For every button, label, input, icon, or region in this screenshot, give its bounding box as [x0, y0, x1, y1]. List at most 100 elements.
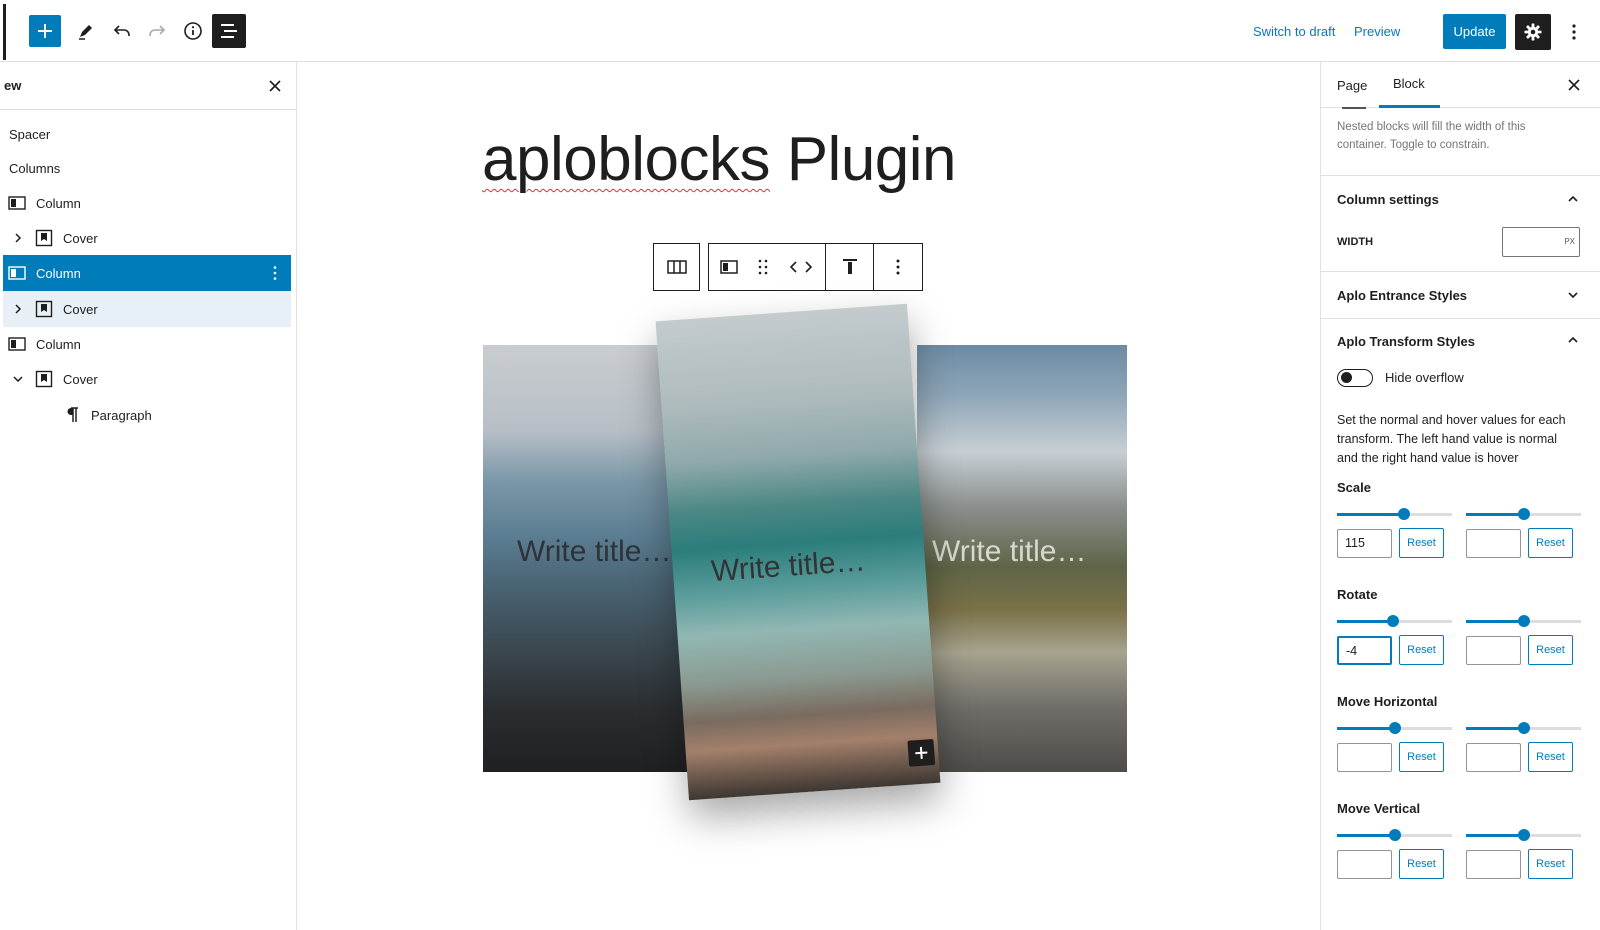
- move-vertical-normal-slider[interactable]: [1337, 829, 1452, 841]
- block-options-button[interactable]: [874, 244, 922, 290]
- redo-button[interactable]: [141, 15, 173, 47]
- move-vertical-hover-input[interactable]: [1466, 850, 1521, 879]
- slider-thumb[interactable]: [1517, 615, 1530, 627]
- close-settings-button[interactable]: [1564, 75, 1584, 95]
- list-item-cover[interactable]: Cover: [3, 291, 291, 327]
- hide-overflow-toggle[interactable]: [1337, 369, 1373, 387]
- chevron-up-icon[interactable]: [1566, 192, 1580, 206]
- rotate-hover-slider[interactable]: [1466, 615, 1581, 627]
- rotate-normal-input[interactable]: -4: [1337, 636, 1392, 665]
- scale-normal-input[interactable]: 115: [1337, 529, 1392, 558]
- tools-button[interactable]: [70, 15, 102, 47]
- list-item-label: Paragraph: [91, 408, 152, 423]
- list-item-column-selected[interactable]: Column: [3, 255, 291, 291]
- settings-button[interactable]: [1515, 14, 1551, 50]
- preview-link[interactable]: Preview: [1354, 24, 1400, 39]
- chevron-right-icon[interactable]: [11, 302, 25, 316]
- page-title[interactable]: aploblocks Plugin: [482, 124, 957, 195]
- list-item-cover[interactable]: Cover: [3, 220, 291, 256]
- slider-thumb[interactable]: [1387, 615, 1400, 627]
- column-icon: [8, 266, 26, 280]
- more-vertical-icon: [1572, 24, 1576, 40]
- rotate-normal-reset-button[interactable]: Reset: [1399, 635, 1444, 665]
- list-item-column[interactable]: Column: [3, 326, 291, 362]
- width-input[interactable]: PX: [1502, 227, 1580, 257]
- move-block-button[interactable]: [777, 244, 825, 290]
- move-vertical-label: Move Vertical: [1337, 801, 1421, 816]
- slider-thumb[interactable]: [1388, 829, 1401, 841]
- list-item-columns[interactable]: Columns: [3, 150, 291, 186]
- tab-page[interactable]: Page: [1337, 62, 1377, 108]
- rotate-normal-slider[interactable]: [1337, 615, 1452, 627]
- list-item-cover[interactable]: Cover: [3, 361, 291, 397]
- scale-hover-slider[interactable]: [1466, 508, 1581, 520]
- move-horizontal-hover-input[interactable]: [1466, 743, 1521, 772]
- more-options-button[interactable]: [1562, 18, 1586, 46]
- chevron-down-icon[interactable]: [1566, 288, 1580, 302]
- cover-title[interactable]: Write title…: [517, 535, 671, 569]
- vertical-align-button[interactable]: [826, 244, 873, 290]
- move-horizontal-normal-reset-button[interactable]: Reset: [1399, 742, 1444, 772]
- slider-thumb[interactable]: [1397, 508, 1410, 520]
- pencil-icon: [79, 25, 92, 40]
- redo-icon: [149, 25, 166, 36]
- width-label: WIDTH: [1337, 236, 1374, 248]
- divider: [1321, 318, 1600, 319]
- block-type-button[interactable]: [709, 244, 749, 290]
- switch-to-draft-link[interactable]: Switch to draft: [1253, 24, 1335, 39]
- scale-normal-slider[interactable]: [1337, 508, 1452, 520]
- move-horizontal-label: Move Horizontal: [1337, 694, 1438, 709]
- list-item-label: Cover: [63, 231, 98, 246]
- info-icon: [184, 22, 202, 40]
- cover-block-selected[interactable]: Write title…: [655, 303, 941, 801]
- cover-title[interactable]: Write title…: [932, 535, 1086, 569]
- scale-hover-reset-button[interactable]: Reset: [1528, 528, 1573, 558]
- slider-thumb[interactable]: [1517, 829, 1530, 841]
- scale-hover-input[interactable]: [1466, 529, 1521, 558]
- close-list-view-button[interactable]: [265, 76, 285, 96]
- move-vertical-hover-slider[interactable]: [1466, 829, 1581, 841]
- list-item-column[interactable]: Column: [3, 185, 291, 221]
- sidebar-tabs: Page Block: [1321, 62, 1600, 108]
- drag-handle-icon: [758, 259, 768, 275]
- move-arrows-icon: [789, 261, 813, 273]
- add-block-button[interactable]: [29, 15, 61, 47]
- transform-styles-header[interactable]: Aplo Transform Styles: [1337, 334, 1475, 349]
- settings-sidebar: Page Block Nested blocks will fill the w…: [1320, 62, 1600, 930]
- move-vertical-normal-input[interactable]: [1337, 850, 1392, 879]
- undo-button[interactable]: [106, 15, 138, 47]
- details-button[interactable]: [177, 15, 209, 47]
- tab-block[interactable]: Block: [1379, 62, 1440, 108]
- cover-icon: [35, 229, 53, 247]
- inserter-button[interactable]: [907, 739, 936, 767]
- move-vertical-hover-reset-button[interactable]: Reset: [1528, 849, 1573, 879]
- move-vertical-normal-reset-button[interactable]: Reset: [1399, 849, 1444, 879]
- list-item-spacer[interactable]: Spacer: [3, 116, 291, 152]
- slider-thumb[interactable]: [1517, 722, 1530, 734]
- column-settings-header[interactable]: Column settings: [1337, 192, 1439, 207]
- more-vertical-icon[interactable]: [266, 264, 284, 282]
- drag-handle[interactable]: [749, 244, 777, 290]
- slider-thumb[interactable]: [1388, 722, 1401, 734]
- list-item-paragraph[interactable]: Paragraph: [3, 397, 291, 433]
- scale-normal-reset-button[interactable]: Reset: [1399, 528, 1444, 558]
- select-parent-button[interactable]: [654, 244, 699, 290]
- chevron-down-icon[interactable]: [11, 372, 25, 386]
- list-item-label: Column: [36, 337, 81, 352]
- slider-thumb[interactable]: [1517, 508, 1530, 520]
- entrance-styles-header[interactable]: Aplo Entrance Styles: [1337, 288, 1467, 303]
- move-horizontal-hover-slider[interactable]: [1466, 722, 1581, 734]
- plus-icon: [38, 24, 52, 38]
- rotate-hover-reset-button[interactable]: Reset: [1528, 635, 1573, 665]
- chevron-right-icon[interactable]: [11, 231, 25, 245]
- move-horizontal-normal-input[interactable]: [1337, 743, 1392, 772]
- cover-block-right[interactable]: Write title…: [917, 345, 1127, 772]
- list-item-label: Spacer: [9, 127, 51, 142]
- chevron-up-icon[interactable]: [1566, 333, 1580, 347]
- move-horizontal-normal-slider[interactable]: [1337, 722, 1452, 734]
- cover-title[interactable]: Write title…: [710, 544, 866, 589]
- list-view-button[interactable]: [212, 14, 246, 48]
- rotate-hover-input[interactable]: [1466, 636, 1521, 665]
- move-horizontal-hover-reset-button[interactable]: Reset: [1528, 742, 1573, 772]
- update-button[interactable]: Update: [1443, 14, 1506, 49]
